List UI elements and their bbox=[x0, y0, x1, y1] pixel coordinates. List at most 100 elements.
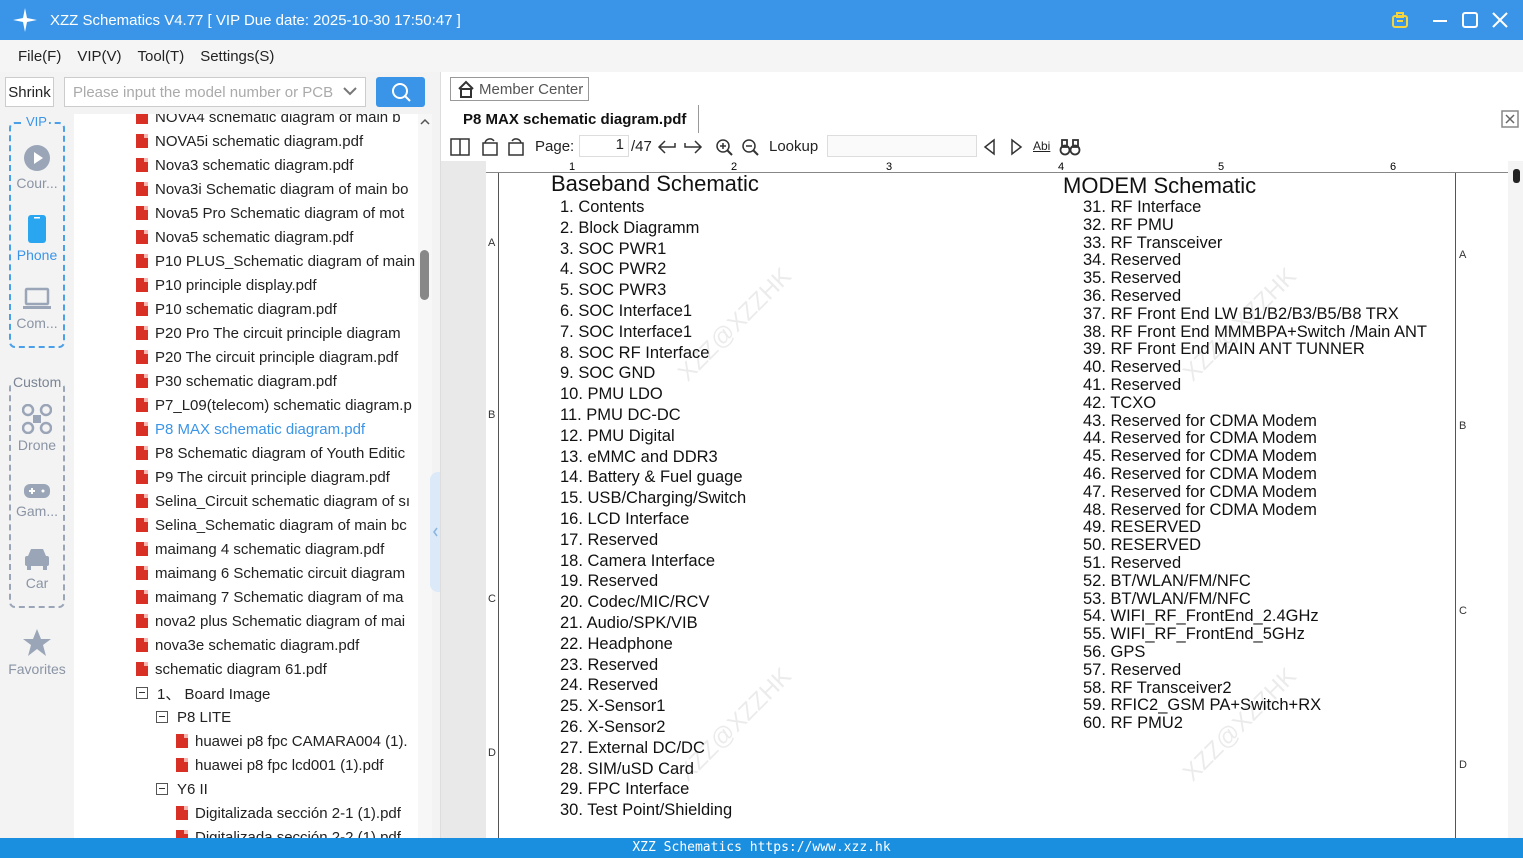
tree-file[interactable]: P8 MAX schematic diagram.pdf bbox=[136, 417, 418, 441]
tab-document[interactable]: P8 MAX schematic diagram.pdf bbox=[441, 105, 699, 133]
vip-box-icon[interactable] bbox=[1385, 0, 1415, 40]
tree-item-label: P8 MAX schematic diagram.pdf bbox=[155, 420, 366, 438]
pdf-file-icon bbox=[136, 254, 148, 268]
toc-item: 46. Reserved for CDMA Modem bbox=[1083, 464, 1317, 483]
row-letter: C bbox=[1459, 605, 1467, 617]
tree-folder[interactable]: 1、 Board Image bbox=[136, 681, 418, 705]
find-prev-icon[interactable] bbox=[982, 138, 998, 156]
sidebar-item-computer[interactable]: Com... bbox=[0, 286, 74, 331]
tree-file[interactable]: P8 Schematic diagram of Youth Editic bbox=[136, 441, 418, 465]
member-center-button[interactable]: Member Center bbox=[450, 77, 589, 101]
sidebar-item-label: Cour... bbox=[16, 175, 58, 191]
chevron-down-icon[interactable] bbox=[343, 84, 357, 98]
tree-file[interactable]: Nova5 schematic diagram.pdf bbox=[136, 225, 418, 249]
tree-file[interactable]: huawei p8 fpc CAMARA004 (1). bbox=[176, 729, 418, 753]
document-scrollbar[interactable] bbox=[1508, 161, 1523, 838]
tree-item-label: NOVA4 schematic diagram of main b bbox=[155, 114, 401, 126]
sidebar-item-game[interactable]: Gam... bbox=[0, 482, 74, 519]
toc-item: 37. RF Front End LW B1/B2/B3/B5/B8 TRX bbox=[1083, 304, 1399, 323]
tree-file[interactable]: Digitalizada sección 2-1 (1).pdf bbox=[176, 801, 418, 825]
sidebar-item-label: Favorites bbox=[8, 661, 66, 677]
tree-file[interactable]: P9 The circuit principle diagram.pdf bbox=[136, 465, 418, 489]
tree-file[interactable]: NOVA5i schematic diagram.pdf bbox=[136, 129, 418, 153]
tree-file[interactable]: P20 The circuit principle diagram.pdf bbox=[136, 345, 418, 369]
next-page-icon[interactable] bbox=[683, 138, 703, 156]
tree-file[interactable]: schematic diagram 61.pdf bbox=[136, 657, 418, 681]
tree-file[interactable]: P10 schematic diagram.pdf bbox=[136, 297, 418, 321]
pdf-file-icon bbox=[136, 638, 148, 652]
tree-item-label: maimang 6 Schematic circuit diagram bbox=[155, 564, 406, 582]
tree-file[interactable]: Selina_Circuit schematic diagram of sı bbox=[136, 489, 418, 513]
tree-file[interactable]: maimang 4 schematic diagram.pdf bbox=[136, 537, 418, 561]
binoculars-icon[interactable] bbox=[1059, 138, 1081, 156]
toc-item: 19. Reserved bbox=[560, 572, 659, 591]
tree-file[interactable]: nova3e schematic diagram.pdf bbox=[136, 633, 418, 657]
tree-item-label: schematic diagram 61.pdf bbox=[155, 660, 327, 678]
row-letter: C bbox=[488, 593, 496, 605]
sidebar-item-car[interactable]: Car bbox=[0, 546, 74, 591]
tree-file[interactable]: P7_L09(telecom) schematic diagram.p bbox=[136, 393, 418, 417]
close-tab-icon[interactable] bbox=[1500, 109, 1520, 129]
sidebar-item-favorites[interactable]: Favorites bbox=[0, 628, 74, 677]
toc-item: 39. RF Front End MAIN ANT TUNNER bbox=[1083, 340, 1365, 359]
close-button[interactable] bbox=[1485, 0, 1515, 40]
find-next-icon[interactable] bbox=[1008, 138, 1024, 156]
page-number-input[interactable]: 1 bbox=[579, 135, 629, 157]
tree-file[interactable]: P10 principle display.pdf bbox=[136, 273, 418, 297]
collapse-icon[interactable] bbox=[156, 711, 168, 723]
toc-item: 38. RF Front End MMMBPA+Switch /Main ANT bbox=[1083, 322, 1428, 341]
toc-item: 22. Headphone bbox=[560, 634, 673, 653]
tree-file[interactable]: Nova5 Pro Schematic diagram of mot bbox=[136, 201, 418, 225]
zoom-in-icon[interactable] bbox=[715, 138, 735, 156]
tree-file[interactable]: maimang 6 Schematic circuit diagram bbox=[136, 561, 418, 585]
menu-vip[interactable]: VIP(V) bbox=[77, 48, 121, 65]
toc-item: 10. PMU LDO bbox=[560, 385, 663, 404]
menu-tool[interactable]: Tool(T) bbox=[138, 48, 185, 65]
lookup-input[interactable] bbox=[827, 135, 977, 157]
prev-page-icon[interactable] bbox=[657, 138, 677, 156]
tree-file[interactable]: nova2 plus Schematic diagram of mai bbox=[136, 609, 418, 633]
toc-item: 28. SIM/uSD Card bbox=[560, 759, 694, 778]
tree-item-label: nova3e schematic diagram.pdf bbox=[155, 636, 360, 654]
sidebar-item-courses[interactable]: Cour... bbox=[0, 144, 74, 191]
maximize-button[interactable] bbox=[1455, 0, 1485, 40]
tree-file[interactable]: P10 PLUS_Schematic diagram of main bbox=[136, 249, 418, 273]
toc-item: 20. Codec/MIC/RCV bbox=[560, 593, 710, 612]
pdf-file-icon bbox=[136, 542, 148, 556]
collapse-icon[interactable] bbox=[156, 783, 168, 795]
shrink-button[interactable]: Shrink bbox=[5, 77, 54, 107]
sidebar-toggle-icon[interactable] bbox=[450, 138, 470, 156]
model-search-input[interactable]: Please input the model number or PCB bbox=[64, 77, 366, 107]
zoom-out-icon[interactable] bbox=[741, 138, 761, 156]
home-icon bbox=[458, 80, 474, 98]
tree-file[interactable]: P30 schematic diagram.pdf bbox=[136, 369, 418, 393]
rotate-right-icon[interactable] bbox=[506, 138, 526, 156]
tree-scroll-thumb[interactable] bbox=[420, 250, 429, 300]
tree-file[interactable]: huawei p8 fpc lcd001 (1).pdf bbox=[176, 753, 418, 777]
laptop-icon bbox=[23, 287, 51, 309]
rotate-left-icon[interactable] bbox=[480, 138, 500, 156]
match-case-icon[interactable]: Abi bbox=[1033, 139, 1050, 153]
menu-settings[interactable]: Settings(S) bbox=[200, 48, 274, 65]
document-scroll-thumb[interactable] bbox=[1513, 169, 1520, 183]
tree-file[interactable]: P20 Pro The circuit principle diagram bbox=[136, 321, 418, 345]
menu-file[interactable]: File(F) bbox=[18, 48, 61, 65]
tree-file[interactable]: maimang 7 Schematic diagram of ma bbox=[136, 585, 418, 609]
tree-folder[interactable]: P8 LITE bbox=[156, 705, 418, 729]
pdf-file-icon bbox=[136, 350, 148, 364]
tree-file[interactable]: Digitalizada sección 2-2 (1).pdf bbox=[176, 825, 418, 838]
minimize-button[interactable] bbox=[1425, 0, 1455, 40]
search-button[interactable] bbox=[376, 77, 425, 107]
collapse-icon[interactable] bbox=[136, 687, 148, 699]
sidebar-item-drone[interactable]: Drone bbox=[0, 404, 74, 453]
tree-folder[interactable]: Y6 II bbox=[156, 777, 418, 801]
tree-file[interactable]: Nova3i Schematic diagram of main bo bbox=[136, 177, 418, 201]
scroll-up-icon[interactable] bbox=[418, 116, 432, 128]
tree-file[interactable]: Selina_Schematic diagram of main bc bbox=[136, 513, 418, 537]
tree-file[interactable]: NOVA4 schematic diagram of main b bbox=[136, 114, 418, 129]
tree-file[interactable]: Nova3 schematic diagram.pdf bbox=[136, 153, 418, 177]
pdf-file-icon bbox=[136, 494, 148, 508]
sidebar-item-phone[interactable]: Phone bbox=[0, 214, 74, 263]
drone-icon bbox=[22, 404, 52, 434]
tree-item-label: Nova3 schematic diagram.pdf bbox=[155, 156, 354, 174]
